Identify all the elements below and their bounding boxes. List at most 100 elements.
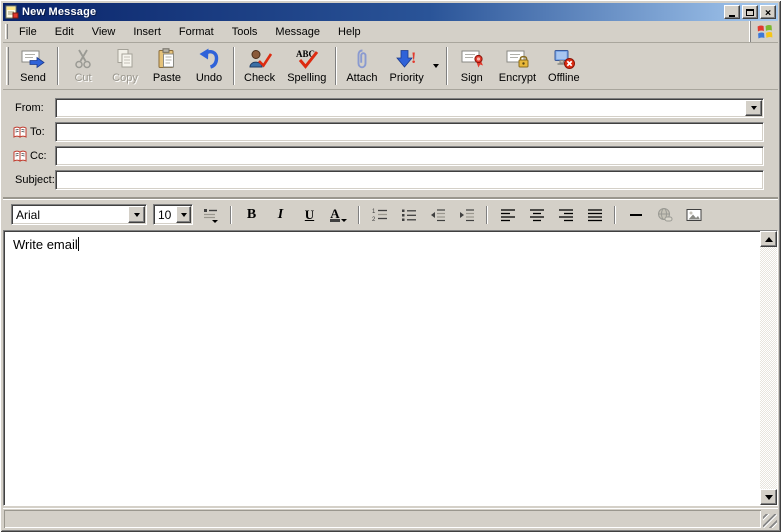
menu-view[interactable]: View xyxy=(83,23,125,41)
from-combobox[interactable] xyxy=(55,98,764,118)
from-dropdown-button[interactable] xyxy=(745,100,762,116)
close-button[interactable]: × xyxy=(760,5,776,19)
menubar-grip[interactable] xyxy=(5,24,8,39)
increase-indent-button[interactable] xyxy=(455,204,478,225)
spelling-button[interactable]: ABC Spelling xyxy=(281,43,332,89)
menu-edit[interactable]: Edit xyxy=(46,23,83,41)
to-button[interactable]: To: xyxy=(3,126,55,139)
cc-input[interactable] xyxy=(56,147,763,165)
menu-file[interactable]: File xyxy=(10,23,46,41)
message-body-editor[interactable]: Write email xyxy=(4,231,760,505)
subject-input[interactable] xyxy=(56,171,763,189)
font-size-value: 10 xyxy=(158,207,172,222)
paste-button[interactable]: Paste xyxy=(146,43,188,89)
toolbar-grip[interactable] xyxy=(6,47,9,85)
resize-grip-icon[interactable] xyxy=(763,514,777,528)
check-names-button[interactable]: Check xyxy=(238,43,281,89)
windows-logo-panel xyxy=(750,21,778,42)
priority-dropdown-button[interactable] xyxy=(430,43,443,89)
numbered-list-button[interactable]: 1 2 xyxy=(368,204,391,225)
formatbar-separator xyxy=(358,205,360,224)
chevron-down-icon xyxy=(340,219,347,222)
status-bar xyxy=(3,508,778,529)
cc-row: Cc: xyxy=(3,146,778,166)
font-color-icon: A xyxy=(330,205,340,222)
to-input[interactable] xyxy=(56,123,763,141)
arrow-up-icon xyxy=(764,236,773,242)
toolbar-separator xyxy=(233,47,235,85)
sign-button[interactable]: Sign xyxy=(451,43,493,89)
to-row: To: xyxy=(3,122,778,142)
justify-icon xyxy=(587,208,602,221)
underline-button[interactable]: U xyxy=(298,204,321,225)
encrypt-button[interactable]: Encrypt xyxy=(493,43,542,89)
vertical-scrollbar[interactable] xyxy=(760,231,777,505)
attach-button[interactable]: Attach xyxy=(340,43,383,89)
align-center-button[interactable] xyxy=(525,204,548,225)
font-family-value: Arial xyxy=(16,207,41,222)
italic-icon: I xyxy=(277,206,284,222)
svg-text:!: ! xyxy=(411,50,416,67)
horizontal-line-button[interactable] xyxy=(624,204,647,225)
bold-button[interactable]: B xyxy=(240,204,263,225)
windows-logo-icon xyxy=(757,24,772,38)
main-toolbar: Send Cut Copy Paste Undo Check ABC Spell… xyxy=(3,43,778,90)
decrease-indent-button[interactable] xyxy=(426,204,449,225)
priority-icon: ! xyxy=(395,47,419,71)
justify-button[interactable] xyxy=(583,204,606,225)
font-size-combobox[interactable]: 10 xyxy=(153,204,193,225)
insert-link-button[interactable] xyxy=(653,204,676,225)
bold-icon: B xyxy=(246,206,257,222)
from-input[interactable] xyxy=(56,99,744,117)
minimize-button[interactable] xyxy=(724,5,740,19)
paragraph-style-icon xyxy=(203,208,218,223)
menu-message[interactable]: Message xyxy=(266,23,329,41)
cc-button[interactable]: Cc: xyxy=(3,150,55,163)
offline-button[interactable]: Offline xyxy=(542,43,586,89)
to-field[interactable] xyxy=(55,122,764,142)
chevron-down-icon xyxy=(133,212,140,217)
undo-button[interactable]: Undo xyxy=(188,43,230,89)
cc-field[interactable] xyxy=(55,146,764,166)
font-size-dropdown-button[interactable] xyxy=(176,206,191,223)
menu-format[interactable]: Format xyxy=(170,23,223,41)
spelling-icon: ABC xyxy=(294,47,320,71)
italic-button[interactable]: I xyxy=(269,204,292,225)
toolbar-separator xyxy=(445,47,448,85)
paragraph-style-button[interactable] xyxy=(199,204,222,225)
font-family-combobox[interactable]: Arial xyxy=(11,204,147,225)
align-right-button[interactable] xyxy=(554,204,577,225)
maximize-button[interactable] xyxy=(742,5,758,19)
insert-image-button[interactable] xyxy=(682,204,705,225)
menu-tools[interactable]: Tools xyxy=(223,23,267,41)
formatbar-separator xyxy=(486,205,488,224)
scroll-up-button[interactable] xyxy=(760,231,777,247)
bullet-list-button[interactable] xyxy=(397,204,420,225)
menu-insert[interactable]: Insert xyxy=(124,23,170,41)
formatbar-separator xyxy=(614,205,616,224)
align-left-icon xyxy=(500,208,515,221)
align-left-button[interactable] xyxy=(496,204,519,225)
formatbar-separator xyxy=(230,205,232,224)
undo-icon xyxy=(198,47,220,71)
cut-button[interactable]: Cut xyxy=(62,43,104,89)
from-label: From: xyxy=(15,102,44,114)
titlebar[interactable]: New Message × xyxy=(3,3,778,21)
new-message-window: New Message × File Edit View Insert Form… xyxy=(0,0,781,532)
font-color-button[interactable]: A xyxy=(327,204,350,225)
font-family-dropdown-button[interactable] xyxy=(128,206,145,223)
text-caret xyxy=(77,237,79,251)
encrypt-icon xyxy=(505,47,529,71)
scrollbar-track[interactable] xyxy=(760,247,777,489)
offline-icon xyxy=(552,47,576,71)
sign-icon xyxy=(460,47,484,71)
scroll-down-button[interactable] xyxy=(760,489,777,505)
copy-button[interactable]: Copy xyxy=(104,43,146,89)
menu-help[interactable]: Help xyxy=(329,23,370,41)
close-icon: × xyxy=(764,5,772,19)
priority-button[interactable]: ! Priority xyxy=(384,43,430,89)
send-button[interactable]: Send xyxy=(12,43,54,89)
subject-field[interactable] xyxy=(55,170,764,190)
insert-image-icon xyxy=(686,208,701,221)
window-title: New Message xyxy=(22,6,97,18)
